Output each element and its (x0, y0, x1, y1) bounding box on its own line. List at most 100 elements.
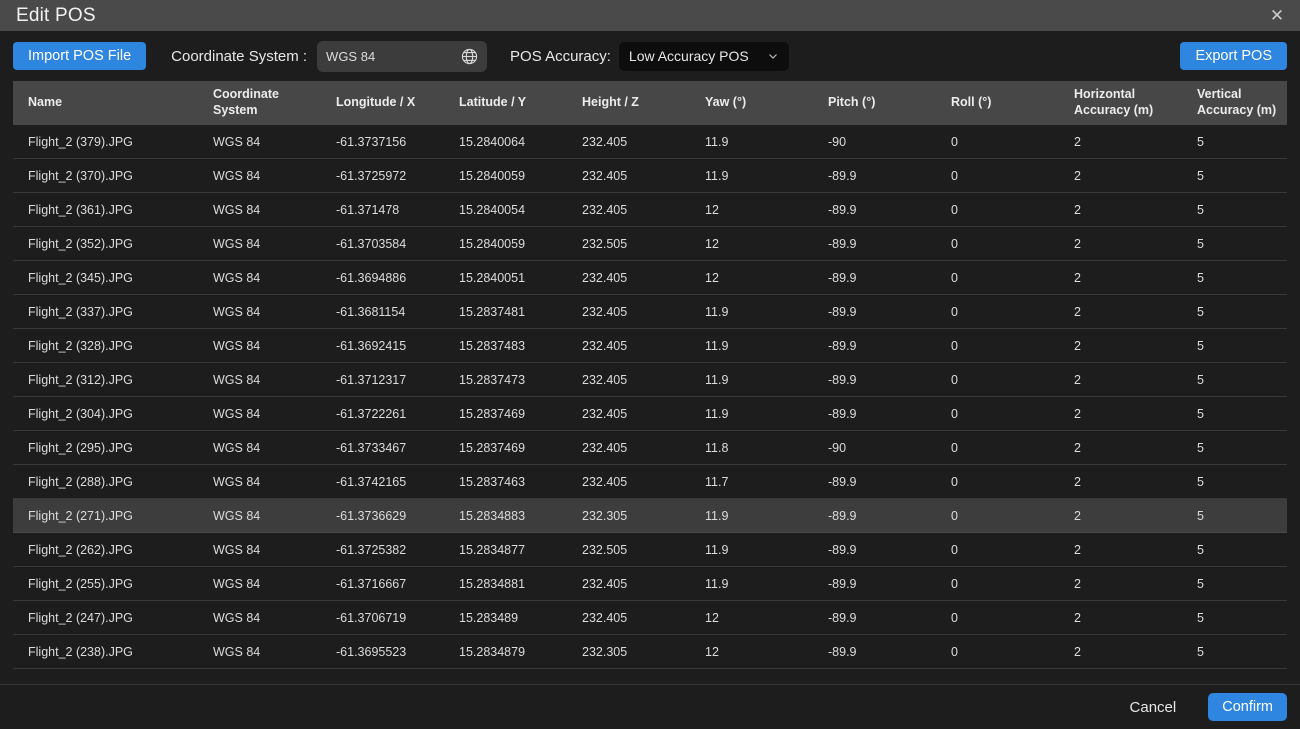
table-cell: 15.2834881 (444, 577, 567, 591)
close-icon[interactable]: ✕ (1266, 4, 1288, 26)
table-cell: 232.305 (567, 509, 690, 523)
table-cell: Flight_2 (312).JPG (13, 373, 198, 387)
column-header: Yaw (°) (690, 95, 813, 111)
table-row[interactable]: Flight_2 (295).JPGWGS 84-61.373346715.28… (13, 431, 1287, 465)
table-cell: 0 (936, 543, 1059, 557)
table-cell: 12 (690, 271, 813, 285)
pos-accuracy-value: Low Accuracy POS (629, 48, 767, 64)
coordinate-system-value: WGS 84 (326, 49, 461, 64)
export-pos-button[interactable]: Export POS (1180, 42, 1287, 70)
table-cell: -61.3716667 (321, 577, 444, 591)
table-cell: 5 (1182, 509, 1287, 523)
import-pos-file-button[interactable]: Import POS File (13, 42, 146, 70)
table-cell: 15.2840054 (444, 203, 567, 217)
table-row[interactable]: Flight_2 (361).JPGWGS 84-61.37147815.284… (13, 193, 1287, 227)
table-cell: -89.9 (813, 509, 936, 523)
cancel-button[interactable]: Cancel (1130, 699, 1177, 716)
table-header: NameCoordinate SystemLongitude / XLatitu… (13, 81, 1287, 125)
table-cell: 232.405 (567, 441, 690, 455)
table-cell: 232.405 (567, 203, 690, 217)
table-cell: 232.505 (567, 543, 690, 557)
table-cell: -89.9 (813, 237, 936, 251)
column-header: Roll (°) (936, 95, 1059, 111)
table-cell: 0 (936, 407, 1059, 421)
table-cell: -90 (813, 441, 936, 455)
table-cell: -89.9 (813, 611, 936, 625)
table-cell: WGS 84 (198, 135, 321, 149)
table-cell: 11.9 (690, 543, 813, 557)
table-cell: -61.3692415 (321, 339, 444, 353)
table-cell: 15.283489 (444, 611, 567, 625)
table-cell: 0 (936, 475, 1059, 489)
table-cell: 232.405 (567, 475, 690, 489)
table-cell: 15.2840059 (444, 237, 567, 251)
table-cell: 12 (690, 203, 813, 217)
table-cell: 2 (1059, 611, 1182, 625)
table-cell: 5 (1182, 305, 1287, 319)
table-cell: -89.9 (813, 169, 936, 183)
pos-accuracy-label: POS Accuracy: (510, 48, 611, 65)
table-row[interactable]: Flight_2 (255).JPGWGS 84-61.371666715.28… (13, 567, 1287, 601)
table-cell: 15.2837469 (444, 407, 567, 421)
table-cell: 11.9 (690, 509, 813, 523)
table-cell: 0 (936, 339, 1059, 353)
table-cell: 232.305 (567, 645, 690, 659)
table-cell: 12 (690, 237, 813, 251)
table-cell: 232.405 (567, 373, 690, 387)
table-row[interactable]: Flight_2 (345).JPGWGS 84-61.369488615.28… (13, 261, 1287, 295)
table-row[interactable]: Flight_2 (238).JPGWGS 84-61.369552315.28… (13, 635, 1287, 669)
table-cell: Flight_2 (361).JPG (13, 203, 198, 217)
table-cell: 0 (936, 509, 1059, 523)
table-cell: WGS 84 (198, 475, 321, 489)
table-cell: 11.8 (690, 441, 813, 455)
table-cell: 2 (1059, 577, 1182, 591)
table-cell: Flight_2 (352).JPG (13, 237, 198, 251)
table-row[interactable]: Flight_2 (262).JPGWGS 84-61.372538215.28… (13, 533, 1287, 567)
column-header: Longitude / X (321, 95, 444, 111)
table-row[interactable]: Flight_2 (304).JPGWGS 84-61.372226115.28… (13, 397, 1287, 431)
table-row[interactable]: Flight_2 (247).JPGWGS 84-61.370671915.28… (13, 601, 1287, 635)
table-row[interactable]: Flight_2 (370).JPGWGS 84-61.372597215.28… (13, 159, 1287, 193)
table-cell: 11.9 (690, 373, 813, 387)
table-row[interactable]: Flight_2 (328).JPGWGS 84-61.369241515.28… (13, 329, 1287, 363)
pos-accuracy-select[interactable]: Low Accuracy POS (619, 42, 789, 71)
table-cell: 0 (936, 611, 1059, 625)
table-row[interactable]: Flight_2 (271).JPGWGS 84-61.373662915.28… (13, 499, 1287, 533)
table-cell: 5 (1182, 611, 1287, 625)
table-cell: 15.2837463 (444, 475, 567, 489)
table-cell: 232.405 (567, 135, 690, 149)
table-row[interactable]: Flight_2 (379).JPGWGS 84-61.373715615.28… (13, 125, 1287, 159)
table-row[interactable]: Flight_2 (337).JPGWGS 84-61.368115415.28… (13, 295, 1287, 329)
table-cell: 2 (1059, 305, 1182, 319)
table-cell: 5 (1182, 135, 1287, 149)
confirm-button[interactable]: Confirm (1208, 693, 1287, 721)
table-cell: 0 (936, 271, 1059, 285)
globe-icon[interactable] (461, 48, 478, 65)
table-cell: 5 (1182, 475, 1287, 489)
table-cell: 0 (936, 169, 1059, 183)
table-cell: 11.9 (690, 135, 813, 149)
table-cell: 15.2840051 (444, 271, 567, 285)
table-cell: 5 (1182, 441, 1287, 455)
table-cell: 15.2837481 (444, 305, 567, 319)
table-cell: -89.9 (813, 203, 936, 217)
table-cell: -61.3737156 (321, 135, 444, 149)
table-cell: Flight_2 (337).JPG (13, 305, 198, 319)
table-cell: -61.3742165 (321, 475, 444, 489)
column-header: Vertical Accuracy (m) (1182, 87, 1287, 118)
table-cell: -89.9 (813, 543, 936, 557)
table-row[interactable]: Flight_2 (352).JPGWGS 84-61.370358415.28… (13, 227, 1287, 261)
table-cell: 0 (936, 373, 1059, 387)
coordinate-system-label: Coordinate System : (171, 48, 307, 65)
table-row[interactable]: Flight_2 (288).JPGWGS 84-61.374216515.28… (13, 465, 1287, 499)
table-cell: 2 (1059, 407, 1182, 421)
table-cell: Flight_2 (345).JPG (13, 271, 198, 285)
table-row[interactable]: Flight_2 (312).JPGWGS 84-61.371231715.28… (13, 363, 1287, 397)
table-cell: 232.405 (567, 305, 690, 319)
table-cell: WGS 84 (198, 611, 321, 625)
table-cell: 12 (690, 645, 813, 659)
dialog-footer: Cancel Confirm (0, 684, 1300, 729)
coordinate-system-input[interactable]: WGS 84 (317, 41, 487, 72)
table-cell: Flight_2 (288).JPG (13, 475, 198, 489)
chevron-down-icon (767, 50, 779, 62)
